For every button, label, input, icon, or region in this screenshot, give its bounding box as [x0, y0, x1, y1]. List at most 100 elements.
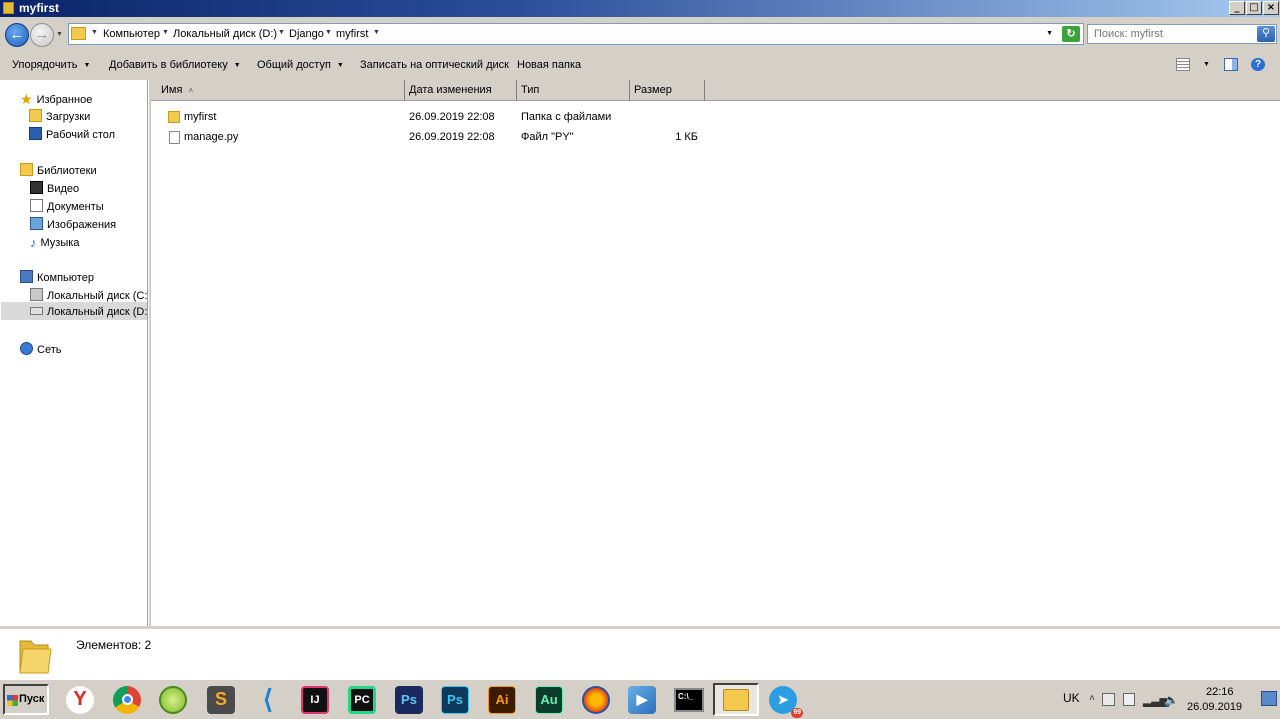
column-header-name[interactable]: Имя ˄ — [151, 80, 405, 101]
show-desktop-icon[interactable] — [1261, 691, 1277, 706]
column-header-type[interactable]: Тип — [517, 80, 630, 101]
vscode-icon: ⟨ — [262, 684, 274, 714]
action-center-icon[interactable] — [1102, 693, 1115, 706]
search-icon[interactable]: ⚲ — [1257, 26, 1275, 42]
nav-computer[interactable]: Компьютер — [20, 270, 94, 284]
taskbar-app-intellij[interactable]: IJ — [294, 683, 336, 716]
back-button[interactable]: ← — [5, 23, 29, 47]
star-icon: ★ — [20, 91, 33, 107]
nav-item-music[interactable]: ♪ Музыка — [30, 235, 79, 250]
search-box[interactable]: ⚲ — [1087, 24, 1277, 44]
table-row[interactable]: myfirst 26.09.2019 22:08 Папка с файлами — [151, 108, 1280, 128]
title-bar: myfirst _ □ × — [0, 0, 1280, 17]
table-row[interactable]: manage.py 26.09.2019 22:08 Файл "PY" 1 К… — [151, 128, 1280, 148]
nav-network[interactable]: Сеть — [20, 342, 61, 356]
burn-button[interactable]: Записать на оптический диск — [360, 59, 509, 71]
address-row: ← → ▼ ▼ Компьютер ▼ Локальный диск (D:) … — [0, 17, 1280, 50]
nav-item-pictures[interactable]: Изображения — [30, 217, 116, 231]
drive-icon — [30, 288, 43, 301]
organize-menu[interactable]: Упорядочить ▼ — [12, 59, 90, 71]
folder-icon — [168, 111, 180, 123]
history-dropdown-icon[interactable]: ▼ — [56, 31, 63, 38]
search-input[interactable] — [1088, 25, 1256, 43]
pycharm-icon: PC — [348, 685, 376, 714]
nav-favorites[interactable]: ★ Избранное — [20, 91, 92, 107]
intellij-idea-icon: IJ — [301, 685, 329, 714]
window-title: myfirst — [19, 1, 60, 15]
minimize-button[interactable]: _ — [1229, 1, 1245, 15]
system-tray: UK ˄ ▂▃▅ 🔈 22:16 26.09.2019 — [1060, 680, 1280, 719]
documents-icon — [30, 199, 43, 212]
library-icon — [20, 163, 33, 176]
desktop-icon — [29, 127, 42, 140]
item-count: Элементов: 2 — [76, 638, 152, 652]
sublime-text-icon: S — [207, 685, 235, 714]
forward-button[interactable]: → — [30, 23, 54, 47]
nav-item-drive-c[interactable]: Локальный диск (C:) — [30, 288, 151, 302]
taskbar-app-yandex[interactable]: Y — [59, 683, 101, 716]
close-button[interactable]: × — [1263, 1, 1279, 15]
chrome-icon — [113, 685, 141, 714]
breadcrumb-computer[interactable]: Компьютер — [103, 28, 160, 40]
taskbar-app-cmd[interactable]: C:\_ — [668, 683, 710, 716]
power-icon[interactable] — [1123, 693, 1135, 706]
details-pane: Элементов: 2 — [0, 626, 1280, 679]
nav-item-downloads[interactable]: Загрузки — [29, 109, 90, 123]
clock-date[interactable]: 26.09.2019 — [1187, 701, 1242, 713]
taskbar-app-sublime[interactable]: S — [200, 683, 242, 716]
chevron-right-icon[interactable]: ▼ — [325, 29, 332, 36]
nav-item-desktop[interactable]: Рабочий стол — [29, 127, 115, 141]
breadcrumb-myfirst[interactable]: myfirst — [336, 28, 368, 40]
nav-item-video[interactable]: Видео — [30, 181, 79, 195]
address-bar[interactable]: ▼ Компьютер ▼ Локальный диск (D:) ▼ Djan… — [68, 23, 1084, 45]
file-date: 26.09.2019 22:08 — [409, 111, 495, 123]
audition-icon: Au — [535, 685, 563, 714]
taskbar-app-audacity[interactable] — [575, 683, 617, 716]
refresh-icon[interactable]: ↻ — [1062, 26, 1080, 42]
address-dropdown-icon[interactable]: ▼ — [1046, 30, 1053, 37]
nav-item-drive-d[interactable]: Локальный диск (D:) — [30, 306, 151, 318]
column-header-size[interactable]: Размер — [630, 80, 705, 101]
taskbar-app-photoshop-2[interactable]: Ps — [434, 683, 476, 716]
illustrator-icon: Ai — [488, 685, 516, 714]
help-icon[interactable]: ? — [1251, 58, 1265, 71]
volume-icon[interactable]: 🔈 — [1164, 693, 1179, 707]
new-folder-button[interactable]: Новая папка — [517, 59, 581, 71]
preview-pane-icon[interactable] — [1224, 58, 1238, 71]
drive-icon — [30, 307, 43, 315]
breadcrumb-django[interactable]: Django — [289, 28, 324, 40]
clock-time[interactable]: 22:16 — [1206, 686, 1234, 698]
taskbar-app-chrome[interactable] — [106, 683, 148, 716]
file-name: manage.py — [184, 131, 239, 143]
chevron-right-icon[interactable]: ▼ — [91, 29, 98, 36]
start-button[interactable]: Пуск — [3, 684, 49, 715]
add-to-library-menu[interactable]: Добавить в библиотеку ▼ — [109, 59, 241, 71]
nav-item-documents[interactable]: Документы — [30, 199, 104, 213]
chevron-right-icon[interactable]: ▼ — [162, 29, 169, 36]
taskbar-app-photoshop-1[interactable]: Ps — [388, 683, 430, 716]
taskbar-app-illustrator[interactable]: Ai — [481, 683, 523, 716]
explorer-icon — [723, 688, 749, 711]
language-indicator[interactable]: UK — [1063, 691, 1080, 705]
breadcrumb-drive-d[interactable]: Локальный диск (D:) — [173, 28, 277, 40]
taskbar-app-pycharm[interactable]: PC — [341, 683, 383, 716]
share-menu[interactable]: Общий доступ ▼ — [257, 59, 344, 71]
nav-libraries[interactable]: Библиотеки — [20, 163, 97, 177]
folder-icon — [3, 2, 14, 14]
view-options-icon[interactable] — [1176, 58, 1190, 71]
chevron-right-icon[interactable]: ▼ — [373, 29, 380, 36]
taskbar-app-explorer[interactable] — [713, 683, 759, 716]
taskbar-app-media-player[interactable]: ▶ — [621, 683, 663, 716]
column-header-date[interactable]: Дата изменения — [405, 80, 517, 101]
taskbar-app-lime[interactable] — [152, 683, 194, 716]
view-dropdown-icon[interactable]: ▼ — [1203, 61, 1210, 68]
folder-icon — [19, 640, 52, 674]
lime-icon — [159, 685, 187, 714]
taskbar-app-vscode[interactable]: ⟨ — [247, 683, 289, 716]
show-hidden-icons-icon[interactable]: ˄ — [1089, 693, 1095, 704]
taskbar-app-audition[interactable]: Au — [528, 683, 570, 716]
chevron-right-icon[interactable]: ▼ — [278, 29, 285, 36]
maximize-button[interactable]: □ — [1246, 1, 1262, 15]
taskbar-app-telegram[interactable]: ➤ 99 — [762, 683, 804, 718]
photoshop-icon: Ps — [395, 685, 423, 714]
